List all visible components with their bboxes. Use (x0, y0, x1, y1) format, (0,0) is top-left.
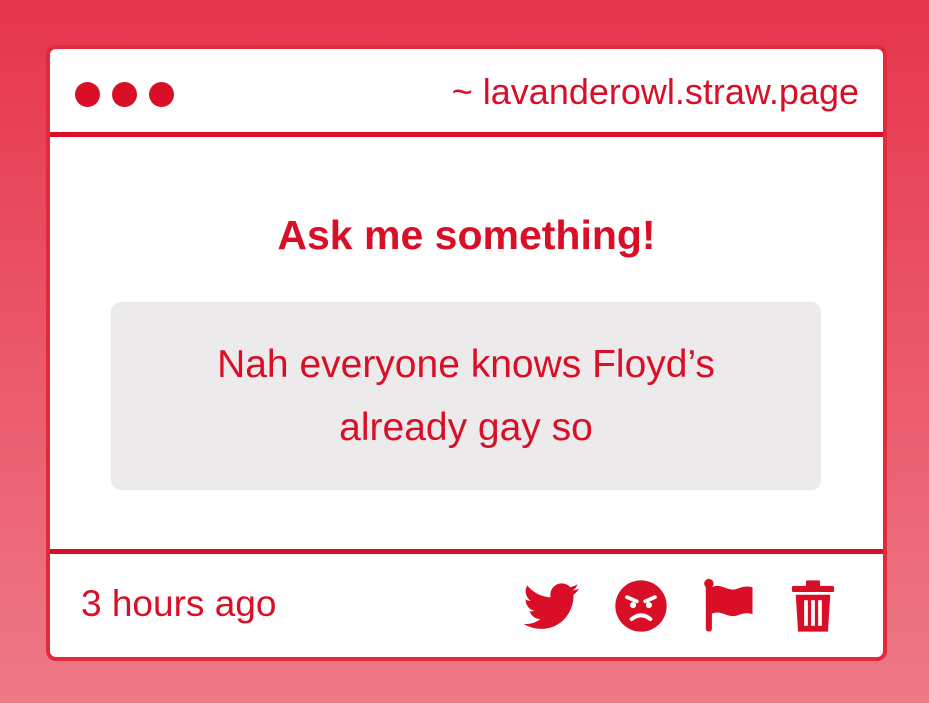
window-dot-icon (112, 82, 137, 107)
message-text: Nah everyone knows Floyd’s already gay s… (217, 343, 715, 449)
window-dot-icon (149, 82, 174, 107)
angry-face-icon[interactable] (613, 578, 669, 634)
window-dot-icon (75, 82, 100, 107)
flag-icon[interactable] (700, 578, 756, 634)
message-box: Nah everyone knows Floyd’s already gay s… (111, 302, 821, 490)
question-card: ~ lavanderowl.straw.page Ask me somethin… (46, 45, 887, 661)
twitter-icon[interactable] (524, 578, 580, 634)
window-titlebar: ~ lavanderowl.straw.page (50, 49, 883, 137)
card-footer: 3 hours ago (50, 549, 883, 657)
page-url[interactable]: ~ lavanderowl.straw.page (452, 71, 859, 113)
timestamp: 3 hours ago (81, 583, 277, 624)
trash-icon[interactable] (785, 578, 841, 634)
page-title: Ask me something! (277, 212, 656, 258)
